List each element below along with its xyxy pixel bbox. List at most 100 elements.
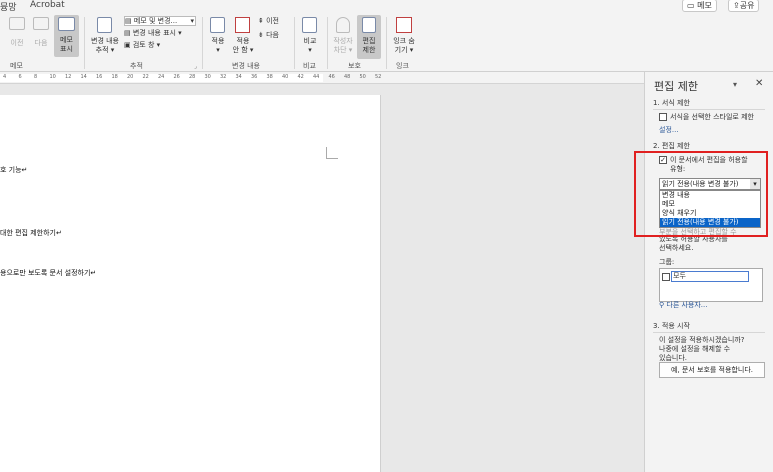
- enforce-description-2: 나중에 설정을 해제할 수: [659, 345, 731, 353]
- pane-options-icon[interactable]: ▾: [733, 80, 737, 89]
- ruler-tick-label: 40: [282, 74, 289, 80]
- compare-icon: [302, 17, 317, 33]
- ruler-tick-label: 44: [313, 74, 320, 80]
- group-divider: [327, 17, 328, 69]
- formatting-restriction-checkbox[interactable]: [659, 113, 667, 121]
- everyone-label: 모두: [671, 271, 749, 282]
- next-change-button[interactable]: ⇟ 다음: [258, 31, 279, 40]
- lock-document-icon: [362, 17, 376, 33]
- ruler-tick-label: 36: [251, 74, 258, 80]
- group-label-tracking: 추적: [130, 62, 143, 70]
- doc-line: 대한 편집 제한하기↵: [0, 229, 62, 237]
- ruler-tick-label: 26: [173, 74, 180, 80]
- reviewing-pane-button[interactable]: ▣ 검토 창 ▾: [124, 41, 160, 50]
- section-3-heading: 3. 적용 시작: [653, 322, 690, 330]
- show-comments-button[interactable]: 메모 표시: [54, 15, 79, 57]
- block-authors-button[interactable]: 작성자 차단 ▾: [330, 16, 356, 58]
- ruler-tick-label: 34: [235, 74, 242, 80]
- chevron-down-icon: ▾: [216, 46, 220, 54]
- markup-icon: ▤: [125, 17, 132, 25]
- share-button[interactable]: ⇪공유: [728, 0, 760, 12]
- ruler-tick-label: 50: [359, 74, 366, 80]
- group-label-protect: 보호: [348, 62, 361, 70]
- ruler-tick-label: 30: [204, 74, 211, 80]
- ruler-tick-label: 46: [328, 74, 335, 80]
- settings-link[interactable]: 설정...: [659, 126, 679, 135]
- more-users-link[interactable]: ⚲ 다른 사용자...: [659, 301, 707, 310]
- ruler-tick-label: 22: [142, 74, 149, 80]
- formatting-restriction-label: 서식을 선택한 스타일로 제한: [670, 113, 754, 121]
- compare-button[interactable]: 비교 ▾: [298, 16, 322, 58]
- groups-label: 그룹:: [659, 258, 675, 266]
- everyone-checkbox[interactable]: [662, 273, 670, 281]
- tab-acrobat[interactable]: Acrobat: [30, 0, 65, 10]
- pane-title: 편집 제한: [654, 80, 698, 93]
- show-markup-icon: ▤: [124, 29, 131, 37]
- group-divider: [386, 17, 387, 69]
- markup-display-dropdown[interactable]: ▤ 메모 및 변경... ▾: [124, 16, 196, 26]
- ink-icon: [396, 17, 412, 33]
- ruler-tick-label: 28: [189, 74, 196, 80]
- track-changes-button[interactable]: 변경 내용 추적 ▾: [88, 16, 122, 58]
- group-divider: [294, 17, 295, 69]
- accept-button[interactable]: 적용 ▾: [206, 16, 230, 58]
- enforce-protection-button[interactable]: 예, 문서 보호를 적용합니다.: [659, 362, 765, 378]
- comment-icon: [58, 17, 75, 31]
- ruler-tick-label: 12: [65, 74, 72, 80]
- restrict-editing-pane: 편집 제한 ▾ ✕ 1. 서식 제한 서식을 선택한 스타일로 제한 설정...…: [644, 72, 773, 472]
- close-icon[interactable]: ✕: [755, 78, 763, 89]
- reviewing-pane-icon: ▣: [124, 41, 131, 49]
- highlight-box: [634, 151, 768, 237]
- track-changes-icon: [97, 17, 112, 33]
- comment-prev-icon: [9, 17, 25, 30]
- hide-ink-button[interactable]: 잉크 숨 기기 ▾: [390, 16, 418, 58]
- ruler-tick-label: 10: [49, 74, 56, 80]
- reject-button[interactable]: 적용 안 함 ▾: [230, 16, 256, 58]
- chevron-down-icon: ▾: [110, 46, 115, 54]
- chevron-down-icon: ▾: [190, 17, 194, 25]
- memo-button[interactable]: ▭ 메모: [682, 0, 717, 12]
- reject-icon: [235, 17, 250, 33]
- ruler-tick-label: 38: [266, 74, 273, 80]
- group-label-changes: 변경 내용: [232, 62, 260, 70]
- group-label-comments: 메모: [10, 62, 23, 70]
- memo-icon: ▭: [687, 1, 695, 10]
- ruler-tick-label: 52: [375, 74, 382, 80]
- restrict-editing-button[interactable]: 편집 제한: [357, 15, 381, 59]
- share-icon: ⇪: [733, 1, 740, 10]
- document-page[interactable]: 호 기능↵ 대한 편집 제한하기↵ 용으로만 보도록 문서 설정하기↵: [0, 95, 381, 472]
- person-icon: [336, 17, 350, 33]
- ruler-tick-label: 24: [158, 74, 165, 80]
- ruler-tick-label: 4: [3, 74, 7, 80]
- enforce-description-1: 이 설정을 적용하시겠습니까?: [659, 336, 745, 344]
- margin-marker: [326, 147, 338, 159]
- ribbon: 이전 다음 메모 표시 메모 변경 내용 추적 ▾ ▤ 메모 및 변경... ▾…: [0, 14, 773, 72]
- exceptions-description-2: 선택하세요.: [659, 244, 694, 252]
- ruler-tick-label: 6: [18, 74, 22, 80]
- previous-change-button[interactable]: ⇞ 이전: [258, 17, 279, 26]
- section-1-heading: 1. 서식 제한: [653, 99, 690, 107]
- add-user-icon: ⚲: [659, 301, 665, 309]
- doc-line: 용으로만 보도록 문서 설정하기↵: [0, 269, 97, 277]
- group-divider: [202, 17, 203, 69]
- groups-list: 모두: [659, 268, 763, 302]
- ruler-tick-label: 8: [34, 74, 38, 80]
- group-divider: [84, 17, 85, 69]
- ruler-tick-label: 18: [111, 74, 118, 80]
- ribbon-tab-row: 뮹망 Acrobat ▭ 메모 ⇪공유: [0, 0, 773, 14]
- show-markup-button[interactable]: ▤ 변경 내용 표시 ▾: [124, 29, 182, 38]
- divider: [653, 109, 765, 110]
- tab-view[interactable]: 뮹망: [0, 0, 17, 13]
- ruler-tick-label: 42: [297, 74, 304, 80]
- dialog-launcher-icon[interactable]: ⌟: [194, 63, 197, 70]
- ruler-tick-label: 20: [127, 74, 134, 80]
- ruler-tick-label: 48: [344, 74, 351, 80]
- chevron-down-icon: ▾: [308, 46, 312, 54]
- next-comment-button[interactable]: 다음: [30, 17, 52, 53]
- divider: [653, 332, 765, 333]
- ruler-tick-label: 16: [96, 74, 103, 80]
- section-2-heading: 2. 편집 제한: [653, 142, 690, 150]
- accept-icon: [210, 17, 225, 33]
- ruler-tick-label: 14: [80, 74, 87, 80]
- previous-comment-button[interactable]: 이전: [6, 17, 28, 53]
